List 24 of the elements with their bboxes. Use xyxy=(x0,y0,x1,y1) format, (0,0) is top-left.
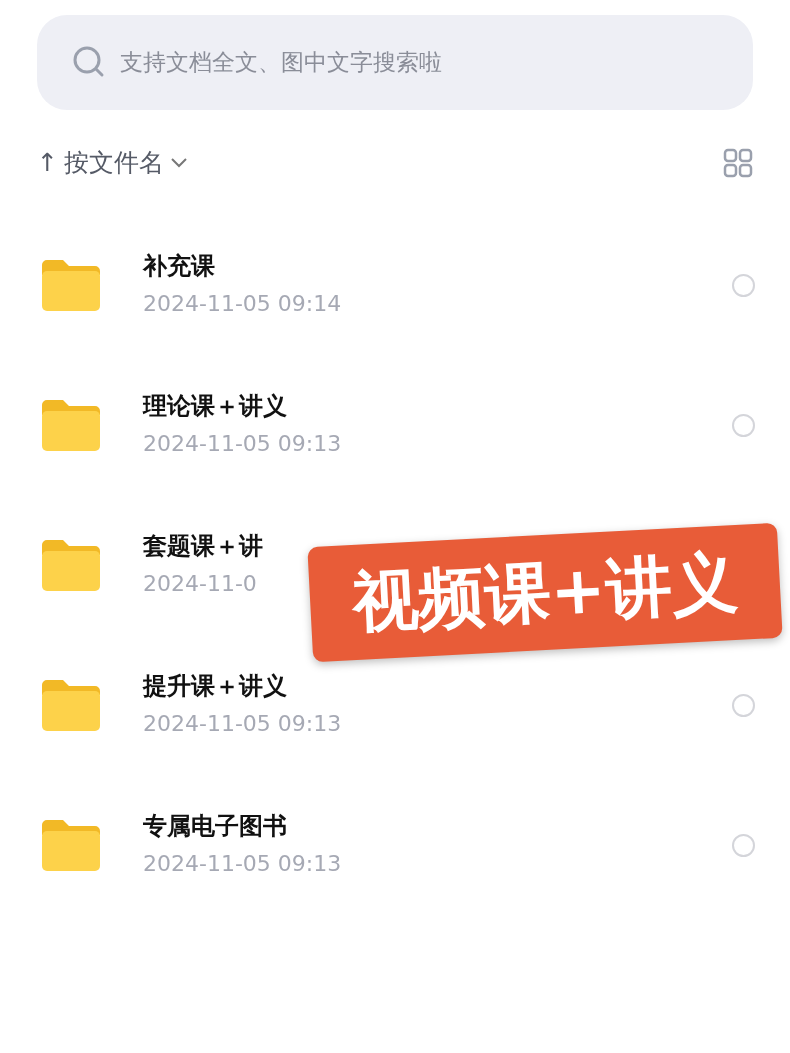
modified-date: 2024-11-05 09:13 xyxy=(143,851,342,878)
folder-icon xyxy=(40,397,102,453)
select-radio[interactable] xyxy=(732,693,755,717)
select-radio[interactable] xyxy=(732,413,755,437)
chevron-down-icon xyxy=(169,156,188,169)
grid-view-icon[interactable] xyxy=(723,147,753,178)
modified-date: 2024-11-05 09:14 xyxy=(143,291,342,318)
folder-name[interactable]: 理论课＋讲义 xyxy=(143,392,287,422)
search-field[interactable]: 支持文档全文、图中文字搜索啦 xyxy=(37,15,753,110)
sort-button[interactable]: ↑ 按文件名 xyxy=(37,143,188,182)
folder-name[interactable]: 套题课＋讲 xyxy=(143,532,263,562)
modified-date: 2024-11-0 xyxy=(143,571,257,598)
folder-icon xyxy=(40,257,102,313)
select-radio[interactable] xyxy=(732,273,755,297)
overlay-label: 视频课+讲义 xyxy=(307,522,783,663)
select-radio[interactable] xyxy=(732,833,755,857)
folder-icon xyxy=(40,537,102,593)
modified-date: 2024-11-05 09:13 xyxy=(143,711,342,738)
folder-icon xyxy=(40,817,102,873)
folder-name[interactable]: 提升课＋讲义 xyxy=(143,672,287,702)
folder-name[interactable]: 专属电子图书 xyxy=(143,812,287,842)
modified-date: 2024-11-05 09:13 xyxy=(143,431,342,458)
folder-icon xyxy=(40,677,102,733)
folder-name[interactable]: 补充课 xyxy=(143,252,215,282)
